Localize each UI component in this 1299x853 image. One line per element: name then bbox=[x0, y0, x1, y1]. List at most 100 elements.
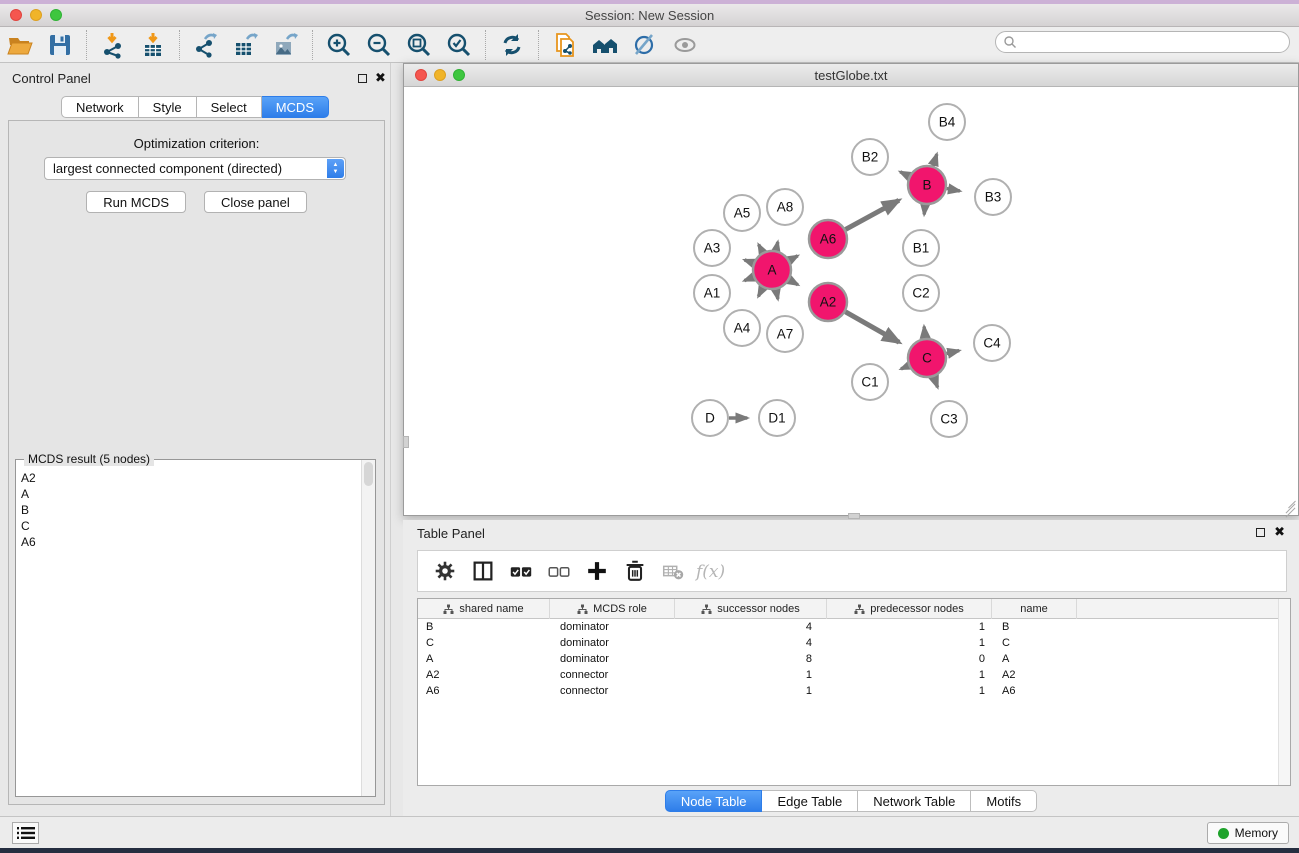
table-cell[interactable]: dominator bbox=[550, 619, 675, 635]
graph-node-C3[interactable]: C3 bbox=[931, 401, 967, 437]
network-graph[interactable]: AA1A2A3A4A5A6A7A8BB1B2B3B4CC1C2C3C4DD1 bbox=[404, 87, 1298, 515]
run-mcds-button[interactable]: Run MCDS bbox=[86, 191, 186, 213]
add-column-button[interactable] bbox=[578, 553, 616, 589]
export-image-button[interactable] bbox=[266, 29, 306, 61]
refresh-layout-button[interactable] bbox=[492, 29, 532, 61]
table-cell[interactable]: B bbox=[418, 619, 550, 635]
graph-node-A5[interactable]: A5 bbox=[724, 195, 760, 231]
delete-table-button[interactable] bbox=[654, 553, 692, 589]
import-network-button[interactable] bbox=[93, 29, 133, 61]
result-item[interactable]: C bbox=[18, 518, 348, 534]
graph-node-A7[interactable]: A7 bbox=[767, 316, 803, 352]
result-scrollbar[interactable] bbox=[361, 460, 375, 796]
network-window-titlebar[interactable]: testGlobe.txt bbox=[404, 64, 1298, 87]
tab-select[interactable]: Select bbox=[197, 96, 262, 118]
table-cell[interactable]: 1 bbox=[827, 635, 992, 651]
save-session-button[interactable] bbox=[40, 29, 80, 61]
result-item[interactable]: A6 bbox=[18, 534, 348, 550]
tab-style[interactable]: Style bbox=[139, 96, 197, 118]
search-box[interactable] bbox=[995, 31, 1290, 53]
graph-node-A3[interactable]: A3 bbox=[694, 230, 730, 266]
splitter-handle[interactable] bbox=[403, 436, 409, 448]
graph-node-A1[interactable]: A1 bbox=[694, 275, 730, 311]
graph-node-A[interactable]: A bbox=[753, 251, 791, 289]
table-row[interactable]: Cdominator41C bbox=[418, 635, 1290, 651]
function-builder-button[interactable]: f(x) bbox=[692, 553, 730, 589]
table-cell[interactable]: A6 bbox=[992, 683, 1077, 699]
task-history-button[interactable] bbox=[12, 822, 39, 844]
tab-motifs[interactable]: Motifs bbox=[971, 790, 1037, 812]
import-table-button[interactable] bbox=[133, 29, 173, 61]
open-session-button[interactable] bbox=[0, 29, 40, 61]
result-item[interactable]: A bbox=[18, 486, 348, 502]
column-header-name[interactable]: name bbox=[992, 599, 1077, 619]
table-scrollbar[interactable] bbox=[1278, 599, 1290, 785]
clone-network-button[interactable] bbox=[545, 29, 585, 61]
graph-edge-A6-B[interactable] bbox=[846, 200, 899, 229]
graph-edge-C-C2[interactable] bbox=[924, 327, 925, 339]
table-cell[interactable]: B bbox=[992, 619, 1077, 635]
graph-edge-A-A2[interactable] bbox=[789, 280, 798, 285]
graph-edge-B-B2[interactable] bbox=[900, 172, 909, 176]
graph-edge-B-B3[interactable] bbox=[947, 189, 960, 191]
show-columns-button[interactable] bbox=[464, 553, 502, 589]
table-cell[interactable]: connector bbox=[550, 667, 675, 683]
memory-button[interactable]: Memory bbox=[1207, 822, 1289, 844]
table-cell[interactable]: 1 bbox=[827, 619, 992, 635]
graph-edge-C-C4[interactable] bbox=[946, 351, 959, 354]
graph-edge-A2-C[interactable] bbox=[845, 312, 899, 342]
table-cell[interactable]: A2 bbox=[992, 667, 1077, 683]
table-cell[interactable]: 1 bbox=[827, 683, 992, 699]
graph-node-B1[interactable]: B1 bbox=[903, 230, 939, 266]
graph-edge-C-C3[interactable] bbox=[934, 377, 938, 387]
show-hide-panel-button[interactable] bbox=[665, 29, 705, 61]
criterion-dropdown[interactable]: largest connected component (directed) ▲… bbox=[44, 157, 346, 180]
graph-node-A8[interactable]: A8 bbox=[767, 189, 803, 225]
close-network-button[interactable] bbox=[415, 69, 427, 81]
table-options-button[interactable] bbox=[426, 553, 464, 589]
delete-column-button[interactable] bbox=[616, 553, 654, 589]
graph-node-C[interactable]: C bbox=[908, 339, 946, 377]
table-row[interactable]: A2connector11A2 bbox=[418, 667, 1290, 683]
graph-node-B2[interactable]: B2 bbox=[852, 139, 888, 175]
graph-edge-A-A6[interactable] bbox=[789, 256, 797, 261]
graph-edge-C-C1[interactable] bbox=[901, 366, 909, 369]
table-cell[interactable]: C bbox=[992, 635, 1077, 651]
zoom-network-button[interactable] bbox=[453, 69, 465, 81]
result-item[interactable]: B bbox=[18, 502, 348, 518]
zoom-out-button[interactable] bbox=[359, 29, 399, 61]
graph-edge-A-A8[interactable] bbox=[776, 242, 778, 250]
tab-edge-table[interactable]: Edge Table bbox=[762, 790, 858, 812]
table-row[interactable]: A6connector11A6 bbox=[418, 683, 1290, 699]
table-row[interactable]: Adominator80A bbox=[418, 651, 1290, 667]
close-table-panel-icon[interactable]: ✖ bbox=[1274, 525, 1285, 539]
table-cell[interactable]: A6 bbox=[418, 683, 550, 699]
minimize-window-button[interactable] bbox=[30, 9, 42, 21]
graph-edge-A-A7[interactable] bbox=[776, 290, 778, 299]
graph-node-D1[interactable]: D1 bbox=[759, 400, 795, 436]
table-cell[interactable]: C bbox=[418, 635, 550, 651]
column-header-MCDS-role[interactable]: MCDS role bbox=[550, 599, 675, 619]
table-cell[interactable]: 8 bbox=[675, 651, 827, 667]
table-body[interactable]: Bdominator41BCdominator41CAdominator80AA… bbox=[418, 619, 1290, 699]
hide-graphics-details-button[interactable] bbox=[625, 29, 665, 61]
table-cell[interactable]: 4 bbox=[675, 619, 827, 635]
export-table-button[interactable] bbox=[226, 29, 266, 61]
resize-grip[interactable] bbox=[1283, 500, 1297, 514]
graph-edge-A-A4[interactable] bbox=[758, 288, 762, 297]
export-network-button[interactable] bbox=[186, 29, 226, 61]
graph-node-C4[interactable]: C4 bbox=[974, 325, 1010, 361]
graph-node-A4[interactable]: A4 bbox=[724, 310, 760, 346]
graph-node-A2[interactable]: A2 bbox=[809, 283, 847, 321]
table-cell[interactable]: 0 bbox=[827, 651, 992, 667]
graph-node-B4[interactable]: B4 bbox=[929, 104, 965, 140]
float-panel-icon[interactable] bbox=[358, 74, 367, 83]
table-cell[interactable]: connector bbox=[550, 683, 675, 699]
table-cell[interactable]: A bbox=[418, 651, 550, 667]
graph-node-B3[interactable]: B3 bbox=[975, 179, 1011, 215]
graph-node-C2[interactable]: C2 bbox=[903, 275, 939, 311]
float-table-panel-icon[interactable] bbox=[1256, 528, 1265, 537]
graph-edge-B-B4[interactable] bbox=[933, 154, 937, 166]
zoom-in-button[interactable] bbox=[319, 29, 359, 61]
tab-network-table[interactable]: Network Table bbox=[858, 790, 971, 812]
